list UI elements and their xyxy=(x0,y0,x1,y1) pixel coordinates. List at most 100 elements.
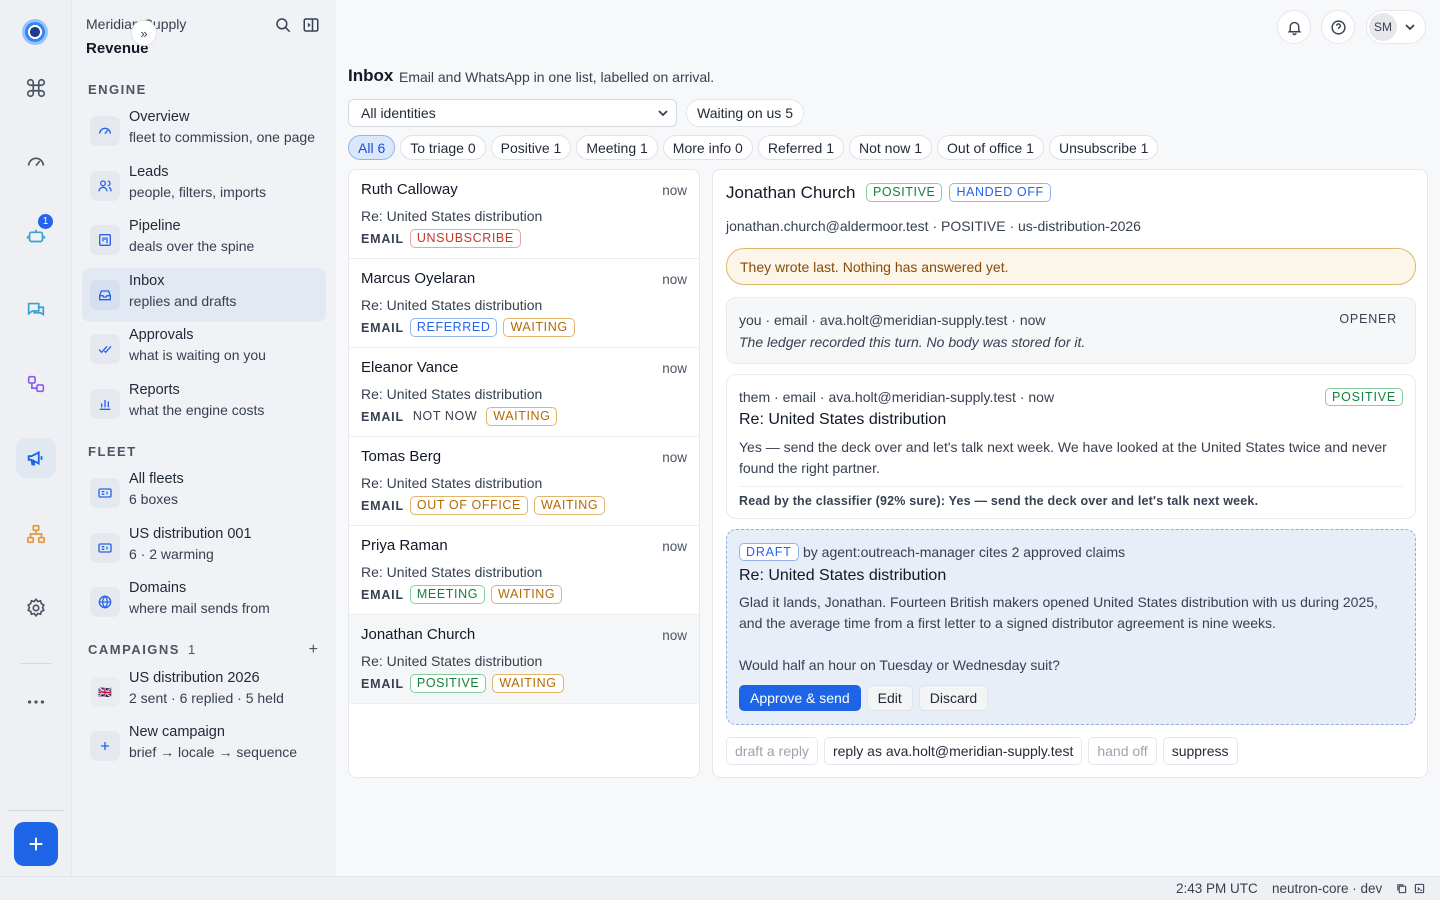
chevron-down-icon xyxy=(1405,24,1415,31)
campaigns-label: CAMPAIGNS xyxy=(88,642,180,657)
panel-toggle-icon[interactable] xyxy=(302,16,320,34)
chat-icon[interactable] xyxy=(16,290,56,330)
sidebar-item-subtitle: brief → locale → sequence xyxy=(129,744,298,760)
sidebar-item-title: US distribution 2026 xyxy=(129,670,260,686)
filter-unsubscribe[interactable]: Unsubscribe 1 xyxy=(1048,135,1159,160)
thread-item[interactable]: Priya Raman now Re: United States distri… xyxy=(349,526,699,615)
filter-referred[interactable]: Referred 1 xyxy=(757,135,844,160)
label-badge: NOT NOW xyxy=(412,409,478,423)
channel-label: EMAIL xyxy=(361,409,404,424)
sidebar-item-pipeline[interactable]: Pipeline deals over the spine xyxy=(82,213,326,267)
message-note: The ledger recorded this turn. No body w… xyxy=(739,334,1086,350)
user-menu-button[interactable]: SM xyxy=(1366,10,1426,44)
search-icon[interactable] xyxy=(274,16,292,34)
message-header: you · email · ava.holt@meridian-supply.t… xyxy=(739,312,1046,328)
users-icon xyxy=(90,171,120,201)
campaigns-count: 1 xyxy=(187,642,196,657)
sidebar-item-us-distribution-001[interactable]: US distribution 001 6 · 2 warming xyxy=(82,521,326,575)
draft-paragraph: Glad it lands, Jonathan. Fourteen Britis… xyxy=(739,594,1378,631)
thread-subject: Re: United States distribution xyxy=(361,653,543,669)
hand-off-button[interactable]: hand off xyxy=(1088,737,1157,765)
filter-meeting[interactable]: Meeting 1 xyxy=(576,135,658,160)
app-logo[interactable] xyxy=(22,19,48,45)
message-body: Yes — send the deck over and let's talk … xyxy=(739,439,1387,476)
filter-not-now[interactable]: Not now 1 xyxy=(849,135,933,160)
terminal-icon[interactable] xyxy=(1414,883,1425,894)
help-button[interactable] xyxy=(1321,10,1355,44)
sidebar-item-subtitle: what is waiting on you xyxy=(129,347,266,363)
thread-time: now xyxy=(662,539,687,554)
status-bar: 2:43 PM UTC neutron-core · dev xyxy=(0,876,1440,900)
contact-name: Jonathan Church xyxy=(726,183,856,202)
channel-label: EMAIL xyxy=(361,320,404,335)
identity-select[interactable]: All identities xyxy=(348,99,677,127)
sidebar-item-subtitle: replies and drafts xyxy=(129,293,237,309)
server-icon xyxy=(90,533,120,563)
create-button[interactable]: + xyxy=(14,822,58,866)
server-icon xyxy=(90,478,120,508)
sidebar-item-leads[interactable]: Leads people, filters, imports xyxy=(82,159,326,213)
sidebar-item-new-campaign[interactable]: New campaign brief → locale → sequence xyxy=(82,719,326,773)
label-badge: REFERRED xyxy=(409,318,498,337)
sidebar-item-reports[interactable]: Reports what the engine costs xyxy=(82,377,326,431)
sidebar-item-subtitle: deals over the spine xyxy=(129,238,255,254)
sidebar-item-inbox[interactable]: Inbox replies and drafts xyxy=(82,268,326,322)
thread-item[interactable]: Tomas Berg now Re: United States distrib… xyxy=(349,437,699,526)
waiting-on-us-filter[interactable]: Waiting on us 5 xyxy=(686,99,804,127)
collapse-sidebar-button[interactable]: » xyxy=(131,20,157,46)
sidebar: » Meridian Supply Revenue ENGINE Overvie… xyxy=(72,0,336,876)
sidebar-item-title: All fleets xyxy=(129,471,184,487)
thread-item[interactable]: Ruth Calloway now Re: United States dist… xyxy=(349,170,699,259)
thread-item[interactable]: Eleanor Vance now Re: United States dist… xyxy=(349,348,699,437)
robot-icon[interactable]: 1 xyxy=(16,214,56,256)
thread-time: now xyxy=(662,450,687,465)
sidebar-item-subtitle: 6 boxes xyxy=(129,491,179,507)
label-filter-bar: All 6 To triage 0 Positive 1 Meeting 1 M… xyxy=(348,135,1159,160)
copy-icon[interactable] xyxy=(1396,883,1407,894)
sidebar-item-overview[interactable]: Overview fleet to commission, one page xyxy=(82,104,326,158)
filter-more-info[interactable]: More info 0 xyxy=(662,135,753,160)
engine-section-label: ENGINE xyxy=(88,82,147,97)
edit-button[interactable]: Edit xyxy=(866,685,913,711)
label-badge: OUT OF OFFICE xyxy=(409,496,528,515)
status-environment: neutron-core · dev xyxy=(1272,881,1383,896)
channel-label: EMAIL xyxy=(361,498,404,513)
thread-item[interactable]: Marcus Oyelaran now Re: United States di… xyxy=(349,259,699,348)
thread-time: now xyxy=(662,361,687,376)
filter-positive[interactable]: Positive 1 xyxy=(490,135,572,160)
more-icon[interactable] xyxy=(16,682,56,722)
settings-icon[interactable] xyxy=(16,588,56,628)
sidebar-item-subtitle: people, filters, imports xyxy=(129,184,266,200)
filter-all[interactable]: All 6 xyxy=(348,135,396,160)
waiting-badge: WAITING xyxy=(503,318,575,337)
thread-list: Ruth Calloway now Re: United States dist… xyxy=(348,169,700,778)
fleet-section-label: FLEET xyxy=(88,444,137,459)
uk-flag-icon: 🇬🇧 xyxy=(90,677,120,707)
thread-subject: Re: United States distribution xyxy=(361,475,543,491)
sidebar-item-approvals[interactable]: Approvals what is waiting on you xyxy=(82,322,326,376)
add-campaign-button[interactable]: + xyxy=(309,641,318,659)
megaphone-icon[interactable] xyxy=(16,438,56,478)
filter-to-triage[interactable]: To triage 0 xyxy=(400,135,486,160)
sidebar-item-us-distribution-2026[interactable]: 🇬🇧 US distribution 2026 2 sent · 6 repli… xyxy=(82,665,326,719)
suppress-button[interactable]: suppress xyxy=(1162,737,1238,765)
gauge-icon[interactable] xyxy=(16,142,56,182)
filter-out-of-office[interactable]: Out of office 1 xyxy=(937,135,1044,160)
thread-time: now xyxy=(662,183,687,198)
sidebar-item-all-fleets[interactable]: All fleets 6 boxes xyxy=(82,466,326,520)
label-badge: MEETING xyxy=(409,585,486,604)
approve-send-button[interactable]: Approve & send xyxy=(739,685,861,711)
channel-label: EMAIL xyxy=(361,676,404,691)
notifications-button[interactable] xyxy=(1277,10,1311,44)
message-label: OPENER xyxy=(1339,312,1397,326)
command-icon[interactable] xyxy=(16,68,56,108)
sidebar-item-domains[interactable]: Domains where mail sends from xyxy=(82,575,326,629)
draft-reply-button[interactable]: draft a reply xyxy=(726,737,818,765)
sidebar-item-title: Overview xyxy=(129,109,190,125)
message-opener: you · email · ava.holt@meridian-supply.t… xyxy=(726,297,1416,364)
reply-as-button[interactable]: reply as ava.holt@meridian-supply.test xyxy=(823,737,1083,765)
org-chart-icon[interactable] xyxy=(16,514,56,554)
workflow-icon[interactable] xyxy=(16,364,56,404)
thread-item-selected[interactable]: Jonathan Church now Re: United States di… xyxy=(349,615,699,704)
discard-button[interactable]: Discard xyxy=(918,685,989,711)
